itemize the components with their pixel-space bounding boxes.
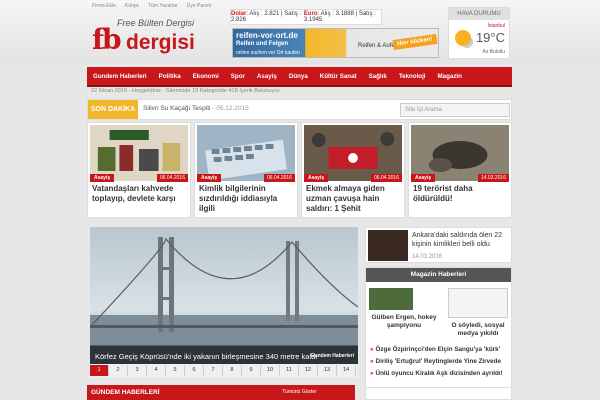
magazin-caption[interactable]: Gülben Ergen, hokey şampiyonu	[368, 314, 440, 330]
card-category[interactable]: Asayiş	[411, 174, 436, 182]
card-date: 06.04.2016	[263, 174, 295, 182]
magazin-box: Magazin Haberleri Gülben Ergen, hokey şa…	[365, 267, 512, 400]
site-logo[interactable]: Free Bülten Dergisi fb dergisi	[92, 18, 212, 58]
pager-page[interactable]: 14	[337, 365, 356, 376]
magazin-list: Özge Özpirinçci'den Elçin Sangu'ya 'kürk…	[370, 346, 503, 382]
nav-spor[interactable]: Spor	[225, 73, 251, 80]
banner-line3: online suchen vor Ort kaufen	[236, 50, 300, 56]
card-date: 06.04.2016	[156, 174, 188, 182]
banner-cta[interactable]: Hier klicken!	[392, 34, 438, 50]
card-image	[90, 125, 188, 181]
pager-page[interactable]: 12	[299, 365, 318, 376]
pager-page[interactable]: 10	[261, 365, 280, 376]
currency-ticker: Dolar: Alış : 2.821 | Satış : 2.826 Euro…	[230, 9, 382, 25]
search-input[interactable]: Site İçi Arama	[400, 103, 510, 117]
weather-city: İstanbul	[487, 23, 505, 29]
nav-dunya[interactable]: Dünya	[283, 73, 314, 80]
weather-header: HAVA DURUMU	[449, 8, 509, 20]
banner-line2: Reifen und Felgen	[236, 41, 289, 47]
ad-banner[interactable]: reifen-vor-ort.de Reifen und Felgen onli…	[232, 28, 439, 58]
pager-page[interactable]: 6	[185, 365, 204, 376]
logo-tagline: Free Bülten Dergisi	[117, 18, 195, 28]
card-title[interactable]: Kimlik bilgilerinin sızdırıldığı iddiası…	[199, 184, 294, 214]
magazin-header: Magazin Haberleri	[366, 268, 511, 282]
show-all-link[interactable]: Tümünü Göster	[282, 389, 317, 395]
weather-widget: HAVA DURUMU İstanbul 19°C Az Bulutlu	[448, 7, 510, 59]
news-card[interactable]: Asayiş 06.04.2016 Ekmek almaya giden uzm…	[301, 122, 405, 218]
pager-page[interactable]: 2	[109, 365, 128, 376]
main-nav: Gundem Haberleri Politika Ekonomi Spor A…	[87, 67, 512, 87]
card-date: 06.04.2016	[370, 174, 402, 182]
breaking-headline[interactable]: Silivri Su Kaçağı Tespiti - 05.12.2015	[143, 105, 249, 112]
news-card[interactable]: Asayiş 06.04.2016 Vatandaşları kahvede t…	[87, 122, 191, 218]
partly-cloudy-icon	[455, 30, 471, 46]
featured-cards: Asayiş 06.04.2016 Vatandaşları kahvede t…	[87, 122, 512, 218]
side-news-item[interactable]: Ankara'daki saldırıda ölen 22 kişinin ki…	[365, 227, 512, 263]
pager-page[interactable]: 9	[242, 365, 261, 376]
top-link-yazarlar[interactable]: Tüm Yazarlar	[148, 3, 178, 9]
weather-temp: 19°C	[475, 30, 505, 45]
card-category[interactable]: Asayiş	[90, 174, 115, 182]
ad-box[interactable]	[365, 387, 512, 400]
headline-slider[interactable]: Körfez Geçiş Köprüsü'nde iki yakanın bir…	[90, 227, 358, 377]
magazin-list-item[interactable]: Diriliş 'Ertuğrul' Reytinglerde Yine Zir…	[370, 358, 503, 365]
breaking-text[interactable]: Silivri Su Kaçağı Tespiti	[143, 105, 210, 112]
card-title[interactable]: Vatandaşları kahvede toplayıp, devlete k…	[92, 184, 187, 204]
logo-fb: fb	[92, 23, 122, 56]
nav-ekonomi[interactable]: Ekonomi	[187, 73, 225, 80]
weather-condition: Az Bulutlu	[482, 49, 505, 55]
card-image	[197, 125, 295, 181]
card-category[interactable]: Asayiş	[197, 174, 222, 182]
card-title[interactable]: 19 terörist daha öldürüldü!	[413, 184, 508, 204]
nav-asayis[interactable]: Asayiş	[251, 73, 283, 80]
magazin-thumb[interactable]	[369, 288, 413, 310]
slider-caption[interactable]: Körfez Geçiş Köprüsü'nde iki yakanın bir…	[90, 346, 358, 366]
card-image	[304, 125, 402, 181]
bottom-section: GÜNDEM HABERLERİ Tümünü Göster	[87, 385, 512, 400]
breaking-news-bar: SON DAKİKA Silivri Su Kaçağı Tespiti - 0…	[87, 99, 512, 120]
news-card[interactable]: Asayiş 06.04.2016 Kimlik bilgilerinin sı…	[194, 122, 298, 218]
logo-dergisi: dergisi	[126, 31, 195, 54]
top-links: Firma Ekle Künye Tüm Yazarlar Üye Paneli	[92, 3, 211, 9]
slider-pager: 1 2 3 4 5 6 7 8 9 10 11 12 13 14	[90, 364, 358, 377]
nav-politika[interactable]: Politika	[153, 73, 187, 80]
pager-page[interactable]: 4	[147, 365, 166, 376]
nav-gundem[interactable]: Gundem Haberleri	[87, 73, 153, 80]
side-news-title[interactable]: Ankara'daki saldırıda ölen 22 kişinin ki…	[412, 231, 511, 249]
top-link-firma-ekle[interactable]: Firma Ekle	[92, 3, 116, 9]
slider-category[interactable]: Gundem Haberleri	[311, 353, 354, 359]
pager-page[interactable]: 5	[166, 365, 185, 376]
pager-page[interactable]: 11	[280, 365, 299, 376]
card-image	[411, 125, 509, 181]
nav-kultur-sanat[interactable]: Kültür Sanat	[314, 73, 363, 80]
breaking-date: - 05.12.2015	[212, 105, 249, 112]
top-link-kunye[interactable]: Künye	[125, 3, 139, 9]
side-news-date: 14.03.2016	[412, 254, 443, 260]
magazin-thumb[interactable]	[448, 288, 508, 318]
nav-magazin[interactable]: Magazin	[432, 73, 468, 80]
top-link-uye-paneli[interactable]: Üye Paneli	[187, 3, 211, 9]
pager-page[interactable]: 3	[128, 365, 147, 376]
card-category[interactable]: Asayiş	[304, 174, 329, 182]
nav-teknoloji[interactable]: Teknoloji	[393, 73, 432, 80]
banner-line1: reifen-vor-ort.de	[236, 31, 298, 40]
info-line: 22 Nisan 2016 - Hoşgeldiniz - Sitemizde …	[91, 88, 281, 94]
card-title[interactable]: Ekmek almaya giden uzman çavuşa hain sal…	[306, 184, 401, 214]
pager-page[interactable]: 7	[204, 365, 223, 376]
pager-page[interactable]: 13	[318, 365, 337, 376]
magazin-list-item[interactable]: Özge Özpirinçci'den Elçin Sangu'ya 'kürk…	[370, 346, 503, 353]
nav-saglik[interactable]: Sağlık	[363, 73, 393, 80]
side-news-image	[368, 230, 408, 261]
magazin-list-item[interactable]: Ünlü oyuncu Kiralık Aşk dizisinden ayrıl…	[370, 370, 503, 377]
pager-page[interactable]: 1	[90, 365, 109, 376]
news-card[interactable]: Asayiş 14.03.2016 19 terörist daha öldür…	[408, 122, 512, 218]
magazin-caption[interactable]: O söyledi, sosyal medya yıkıldı	[444, 322, 512, 338]
pager-page[interactable]: 8	[223, 365, 242, 376]
slider-caption-text[interactable]: Körfez Geçiş Köprüsü'nde iki yakanın bir…	[95, 352, 317, 361]
breaking-label: SON DAKİKA	[88, 100, 138, 119]
card-date: 14.03.2016	[477, 174, 509, 182]
